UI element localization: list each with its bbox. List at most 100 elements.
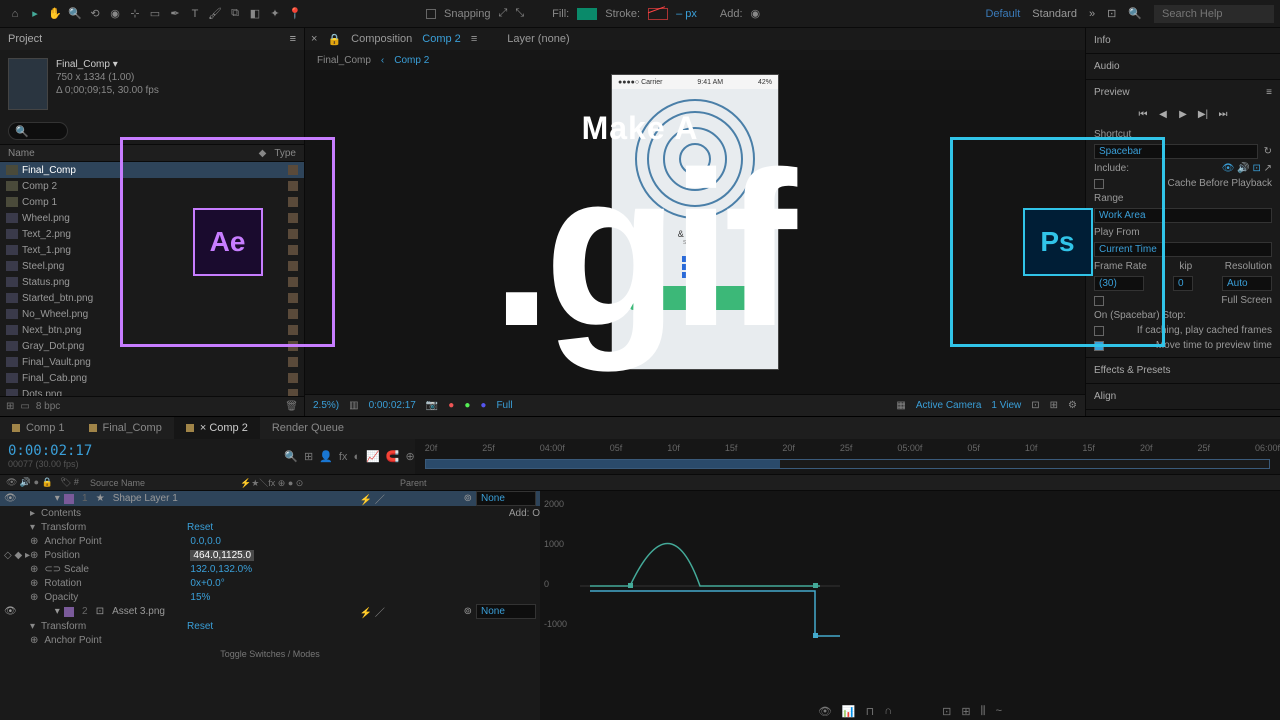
workspace-default[interactable]: Default — [985, 8, 1020, 20]
viewer-time[interactable]: 0:00:02:17 — [369, 400, 416, 411]
label-swatch[interactable] — [288, 309, 298, 319]
col-name[interactable]: Name — [8, 148, 259, 159]
prop-opacity[interactable]: ⊕Opacity15% — [0, 590, 540, 604]
tl-snap-icon[interactable]: 🧲 — [386, 450, 400, 463]
label-swatch[interactable] — [288, 341, 298, 351]
file-row[interactable]: Final_Cab.png — [0, 370, 304, 386]
audio-panel-title[interactable]: Audio — [1094, 58, 1272, 75]
label-swatch[interactable] — [288, 373, 298, 383]
tl-search-icon[interactable]: 🔍 — [284, 450, 298, 463]
tl-mb-icon[interactable]: ◐ — [353, 451, 360, 463]
label-swatch[interactable] — [288, 277, 298, 287]
zoom-tool-icon[interactable]: 🔍 — [66, 5, 84, 23]
search-help-input[interactable] — [1154, 5, 1274, 23]
file-row[interactable]: Comp 2 — [0, 178, 304, 194]
ge-ease-icon[interactable]: ~ — [996, 705, 1002, 718]
layer-list[interactable]: 👁▾1★Shape Layer 1⚡ ／⊚None▸ContentsAdd: O… — [0, 491, 540, 720]
frame-rate-dropdown[interactable]: (30) — [1094, 276, 1144, 291]
add-menu-icon[interactable]: ◉ — [751, 7, 761, 20]
preview-panel-title[interactable]: Preview≡ — [1094, 84, 1272, 101]
timeline-tab[interactable]: Render Queue — [260, 417, 356, 439]
lock-icon[interactable]: 🔒 — [327, 33, 341, 46]
first-frame-icon[interactable]: ⏮ — [1136, 107, 1150, 121]
crumb-0[interactable]: Final_Comp — [317, 55, 371, 66]
pen-tool-icon[interactable]: ✒ — [166, 5, 184, 23]
label-swatch[interactable] — [288, 213, 298, 223]
file-row[interactable]: No_Wheel.png — [0, 306, 304, 322]
label-swatch[interactable] — [288, 245, 298, 255]
comp-thumbnail[interactable] — [8, 58, 48, 110]
label-swatch[interactable] — [288, 261, 298, 271]
fill-swatch[interactable] — [577, 8, 597, 20]
type-tool-icon[interactable]: T — [186, 5, 204, 23]
shortcut-dropdown[interactable]: Spacebar — [1094, 144, 1258, 159]
prop-anchor-point[interactable]: ⊕Anchor Point0.0,0.0 — [0, 534, 540, 548]
file-row[interactable]: Wheel.png — [0, 210, 304, 226]
graph-editor[interactable]: 2000 1000 0 -1000 👁 📊 ⊓ ∩ ⊡ ⊞ — [540, 491, 1280, 720]
label-swatch[interactable] — [288, 325, 298, 335]
snap-opt-icon[interactable]: ⤢ — [499, 7, 508, 20]
selection-tool-icon[interactable]: ▸ — [26, 5, 44, 23]
label-swatch[interactable] — [288, 181, 298, 191]
composition-tab-name[interactable]: Comp 2 — [422, 33, 461, 45]
file-row[interactable]: Comp 1 — [0, 194, 304, 210]
prop-contents[interactable]: ▸ContentsAdd: O — [0, 506, 540, 520]
timeline-tab[interactable]: Comp 1 — [0, 417, 77, 439]
current-timecode[interactable]: 0:00:02:17 — [8, 443, 276, 459]
move-time-checkbox[interactable] — [1094, 341, 1104, 351]
prop-rotation[interactable]: ⊕Rotation0x+0.0° — [0, 576, 540, 590]
composition-viewer[interactable]: ●●●●○ Carrier 9:41 AM 42% & Protec secur… — [305, 70, 1085, 394]
channel-icon[interactable]: ● — [448, 400, 454, 411]
quality-dropdown[interactable]: Full — [496, 400, 512, 411]
include-overlay-icon[interactable]: ⊡ — [1252, 163, 1260, 174]
search-icon[interactable]: 🔍 — [1128, 7, 1142, 20]
ge-eye-icon[interactable]: 👁 — [818, 705, 832, 718]
play-from-dropdown[interactable]: Current Time — [1094, 242, 1272, 257]
layer-row[interactable]: 👁▾1★Shape Layer 1⚡ ／⊚None — [0, 491, 540, 506]
col-parent[interactable]: Parent — [400, 478, 427, 488]
project-file-list[interactable]: Final_CompComp 2Comp 1Wheel.pngText_2.pn… — [0, 162, 304, 396]
prop-position[interactable]: ◇ ◆ ▸⊕Position464.0,1125.0 — [0, 548, 540, 562]
panel-menu-icon[interactable]: ≡ — [290, 33, 296, 45]
ge-sep-icon[interactable]: ⫼ — [981, 705, 986, 718]
interpret-icon[interactable]: ⊞ — [6, 401, 14, 412]
loop-icon[interactable]: ↻ — [1264, 146, 1272, 157]
snapshot-icon[interactable]: 📷 — [426, 400, 438, 411]
view-opt1-icon[interactable]: ⊡ — [1031, 400, 1039, 411]
workspace-more-icon[interactable]: » — [1089, 8, 1095, 20]
home-icon[interactable]: ⌂ — [6, 5, 24, 23]
sync-icon[interactable]: ⊡ — [1107, 7, 1116, 20]
anchor-tool-icon[interactable]: ⊹ — [126, 5, 144, 23]
res-icon[interactable]: ▥ — [349, 400, 358, 411]
tl-comp-icon[interactable]: ⊞ — [304, 450, 313, 463]
project-search-input[interactable]: 🔍 — [8, 122, 68, 140]
timeline-tab[interactable]: × Comp 2 — [174, 417, 260, 439]
views-dropdown[interactable]: 1 View — [991, 400, 1021, 411]
tl-blend-icon[interactable]: ⊕ — [406, 450, 415, 463]
layer-row[interactable]: 👁▾2⊡Asset 3.png⚡ ／⊚None — [0, 604, 540, 619]
file-row[interactable]: Text_1.png — [0, 242, 304, 258]
last-frame-icon[interactable]: ⏭ — [1216, 107, 1230, 121]
prop-anchor2[interactable]: ⊕Anchor Point — [0, 633, 540, 647]
prop-transform2[interactable]: ▾TransformReset — [0, 619, 540, 633]
align-panel-title[interactable]: Align — [1094, 388, 1272, 405]
ge-fit-icon[interactable]: ⊞ — [961, 705, 970, 718]
view-opt3-icon[interactable]: ⚙ — [1068, 400, 1077, 411]
folder-icon[interactable]: ▭ — [20, 401, 29, 412]
label-swatch[interactable] — [288, 357, 298, 367]
workspace-standard[interactable]: Standard — [1032, 8, 1077, 20]
snapping-checkbox[interactable] — [426, 9, 436, 19]
file-row[interactable]: Steel.png — [0, 258, 304, 274]
ge-snap-icon[interactable]: ⊓ — [866, 705, 875, 718]
cache-before-checkbox[interactable] — [1094, 179, 1104, 189]
full-screen-checkbox[interactable] — [1094, 296, 1104, 306]
include-audio-icon[interactable]: 🔊 — [1237, 163, 1249, 174]
work-area-bar[interactable] — [425, 459, 1270, 469]
tl-shy-icon[interactable]: 👤 — [319, 450, 333, 463]
roto-tool-icon[interactable]: ✦ — [266, 5, 284, 23]
next-frame-icon[interactable]: ▶| — [1196, 107, 1210, 121]
tl-fx-icon[interactable]: fx — [339, 451, 348, 463]
tab-menu-icon[interactable]: ≡ — [471, 33, 477, 45]
rect-tool-icon[interactable]: ▭ — [146, 5, 164, 23]
skip-dropdown[interactable]: 0 — [1173, 276, 1193, 291]
